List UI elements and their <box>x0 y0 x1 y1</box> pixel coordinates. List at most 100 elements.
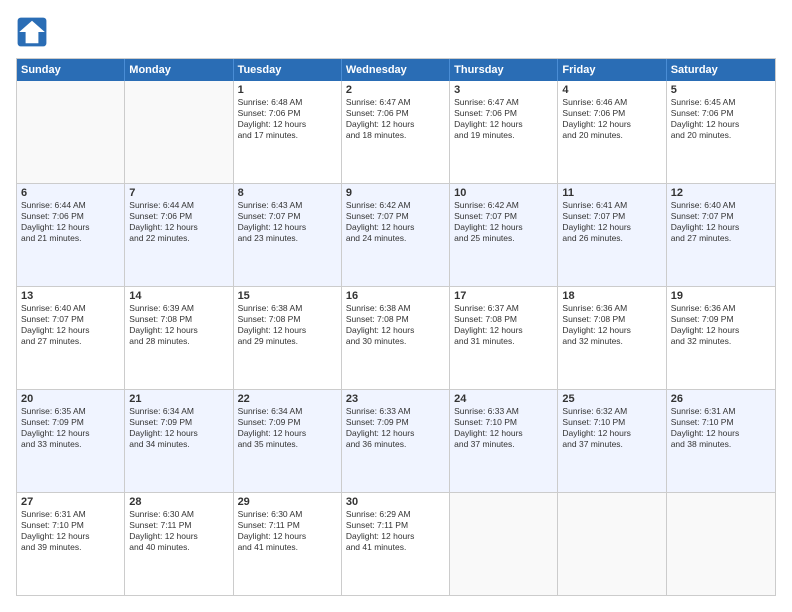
cell-text: Sunrise: 6:43 AM Sunset: 7:07 PM Dayligh… <box>238 200 337 244</box>
cal-cell: 4Sunrise: 6:46 AM Sunset: 7:06 PM Daylig… <box>558 81 666 183</box>
day-number: 4 <box>562 84 661 96</box>
day-number: 25 <box>562 393 661 405</box>
cell-text: Sunrise: 6:41 AM Sunset: 7:07 PM Dayligh… <box>562 200 661 244</box>
cell-text: Sunrise: 6:31 AM Sunset: 7:10 PM Dayligh… <box>21 509 120 553</box>
cell-text: Sunrise: 6:40 AM Sunset: 7:07 PM Dayligh… <box>21 303 120 347</box>
cell-text: Sunrise: 6:35 AM Sunset: 7:09 PM Dayligh… <box>21 406 120 450</box>
cal-cell: 10Sunrise: 6:42 AM Sunset: 7:07 PM Dayli… <box>450 184 558 286</box>
cal-cell: 5Sunrise: 6:45 AM Sunset: 7:06 PM Daylig… <box>667 81 775 183</box>
day-number: 8 <box>238 187 337 199</box>
cell-text: Sunrise: 6:31 AM Sunset: 7:10 PM Dayligh… <box>671 406 771 450</box>
cal-header-cell: Monday <box>125 59 233 81</box>
cal-cell: 13Sunrise: 6:40 AM Sunset: 7:07 PM Dayli… <box>17 287 125 389</box>
day-number: 11 <box>562 187 661 199</box>
cell-text: Sunrise: 6:40 AM Sunset: 7:07 PM Dayligh… <box>671 200 771 244</box>
cal-header-cell: Wednesday <box>342 59 450 81</box>
cal-cell: 19Sunrise: 6:36 AM Sunset: 7:09 PM Dayli… <box>667 287 775 389</box>
cal-header-cell: Sunday <box>17 59 125 81</box>
calendar-header: SundayMondayTuesdayWednesdayThursdayFrid… <box>17 59 775 81</box>
cal-cell <box>450 493 558 595</box>
cell-text: Sunrise: 6:36 AM Sunset: 7:09 PM Dayligh… <box>671 303 771 347</box>
cell-text: Sunrise: 6:44 AM Sunset: 7:06 PM Dayligh… <box>21 200 120 244</box>
cell-text: Sunrise: 6:38 AM Sunset: 7:08 PM Dayligh… <box>238 303 337 347</box>
cal-cell: 9Sunrise: 6:42 AM Sunset: 7:07 PM Daylig… <box>342 184 450 286</box>
cal-header-cell: Thursday <box>450 59 558 81</box>
calendar: SundayMondayTuesdayWednesdayThursdayFrid… <box>16 58 776 596</box>
cell-text: Sunrise: 6:42 AM Sunset: 7:07 PM Dayligh… <box>454 200 553 244</box>
cal-cell: 3Sunrise: 6:47 AM Sunset: 7:06 PM Daylig… <box>450 81 558 183</box>
cell-text: Sunrise: 6:47 AM Sunset: 7:06 PM Dayligh… <box>454 97 553 141</box>
cell-text: Sunrise: 6:33 AM Sunset: 7:10 PM Dayligh… <box>454 406 553 450</box>
day-number: 22 <box>238 393 337 405</box>
cell-text: Sunrise: 6:36 AM Sunset: 7:08 PM Dayligh… <box>562 303 661 347</box>
calendar-body: 1Sunrise: 6:48 AM Sunset: 7:06 PM Daylig… <box>17 81 775 595</box>
cal-cell: 16Sunrise: 6:38 AM Sunset: 7:08 PM Dayli… <box>342 287 450 389</box>
day-number: 21 <box>129 393 228 405</box>
cal-cell <box>17 81 125 183</box>
cal-cell: 6Sunrise: 6:44 AM Sunset: 7:06 PM Daylig… <box>17 184 125 286</box>
day-number: 7 <box>129 187 228 199</box>
cell-text: Sunrise: 6:32 AM Sunset: 7:10 PM Dayligh… <box>562 406 661 450</box>
page: SundayMondayTuesdayWednesdayThursdayFrid… <box>0 0 792 612</box>
cal-cell: 7Sunrise: 6:44 AM Sunset: 7:06 PM Daylig… <box>125 184 233 286</box>
header <box>16 16 776 48</box>
cal-cell: 11Sunrise: 6:41 AM Sunset: 7:07 PM Dayli… <box>558 184 666 286</box>
cal-cell: 18Sunrise: 6:36 AM Sunset: 7:08 PM Dayli… <box>558 287 666 389</box>
cal-cell: 23Sunrise: 6:33 AM Sunset: 7:09 PM Dayli… <box>342 390 450 492</box>
cal-cell: 30Sunrise: 6:29 AM Sunset: 7:11 PM Dayli… <box>342 493 450 595</box>
day-number: 18 <box>562 290 661 302</box>
cal-cell <box>558 493 666 595</box>
day-number: 10 <box>454 187 553 199</box>
cell-text: Sunrise: 6:47 AM Sunset: 7:06 PM Dayligh… <box>346 97 445 141</box>
day-number: 2 <box>346 84 445 96</box>
day-number: 13 <box>21 290 120 302</box>
cal-row: 6Sunrise: 6:44 AM Sunset: 7:06 PM Daylig… <box>17 183 775 286</box>
cal-cell: 27Sunrise: 6:31 AM Sunset: 7:10 PM Dayli… <box>17 493 125 595</box>
day-number: 14 <box>129 290 228 302</box>
day-number: 16 <box>346 290 445 302</box>
cal-row: 13Sunrise: 6:40 AM Sunset: 7:07 PM Dayli… <box>17 286 775 389</box>
cal-cell: 26Sunrise: 6:31 AM Sunset: 7:10 PM Dayli… <box>667 390 775 492</box>
cal-row: 27Sunrise: 6:31 AM Sunset: 7:10 PM Dayli… <box>17 492 775 595</box>
cal-cell: 12Sunrise: 6:40 AM Sunset: 7:07 PM Dayli… <box>667 184 775 286</box>
day-number: 3 <box>454 84 553 96</box>
cal-cell: 2Sunrise: 6:47 AM Sunset: 7:06 PM Daylig… <box>342 81 450 183</box>
cal-row: 1Sunrise: 6:48 AM Sunset: 7:06 PM Daylig… <box>17 81 775 183</box>
cell-text: Sunrise: 6:45 AM Sunset: 7:06 PM Dayligh… <box>671 97 771 141</box>
cell-text: Sunrise: 6:34 AM Sunset: 7:09 PM Dayligh… <box>238 406 337 450</box>
day-number: 12 <box>671 187 771 199</box>
day-number: 28 <box>129 496 228 508</box>
day-number: 29 <box>238 496 337 508</box>
cell-text: Sunrise: 6:30 AM Sunset: 7:11 PM Dayligh… <box>238 509 337 553</box>
cal-cell <box>125 81 233 183</box>
day-number: 15 <box>238 290 337 302</box>
day-number: 24 <box>454 393 553 405</box>
day-number: 5 <box>671 84 771 96</box>
day-number: 20 <box>21 393 120 405</box>
cal-cell: 24Sunrise: 6:33 AM Sunset: 7:10 PM Dayli… <box>450 390 558 492</box>
cell-text: Sunrise: 6:48 AM Sunset: 7:06 PM Dayligh… <box>238 97 337 141</box>
logo <box>16 16 52 48</box>
day-number: 23 <box>346 393 445 405</box>
cal-cell: 8Sunrise: 6:43 AM Sunset: 7:07 PM Daylig… <box>234 184 342 286</box>
cell-text: Sunrise: 6:29 AM Sunset: 7:11 PM Dayligh… <box>346 509 445 553</box>
cell-text: Sunrise: 6:33 AM Sunset: 7:09 PM Dayligh… <box>346 406 445 450</box>
cell-text: Sunrise: 6:44 AM Sunset: 7:06 PM Dayligh… <box>129 200 228 244</box>
cal-header-cell: Tuesday <box>234 59 342 81</box>
cal-header-cell: Saturday <box>667 59 775 81</box>
day-number: 1 <box>238 84 337 96</box>
day-number: 30 <box>346 496 445 508</box>
cal-row: 20Sunrise: 6:35 AM Sunset: 7:09 PM Dayli… <box>17 389 775 492</box>
day-number: 26 <box>671 393 771 405</box>
cal-cell: 29Sunrise: 6:30 AM Sunset: 7:11 PM Dayli… <box>234 493 342 595</box>
cell-text: Sunrise: 6:34 AM Sunset: 7:09 PM Dayligh… <box>129 406 228 450</box>
cal-cell: 28Sunrise: 6:30 AM Sunset: 7:11 PM Dayli… <box>125 493 233 595</box>
day-number: 19 <box>671 290 771 302</box>
cal-cell: 1Sunrise: 6:48 AM Sunset: 7:06 PM Daylig… <box>234 81 342 183</box>
cell-text: Sunrise: 6:42 AM Sunset: 7:07 PM Dayligh… <box>346 200 445 244</box>
cal-cell: 17Sunrise: 6:37 AM Sunset: 7:08 PM Dayli… <box>450 287 558 389</box>
cal-cell: 25Sunrise: 6:32 AM Sunset: 7:10 PM Dayli… <box>558 390 666 492</box>
day-number: 27 <box>21 496 120 508</box>
day-number: 6 <box>21 187 120 199</box>
cell-text: Sunrise: 6:37 AM Sunset: 7:08 PM Dayligh… <box>454 303 553 347</box>
